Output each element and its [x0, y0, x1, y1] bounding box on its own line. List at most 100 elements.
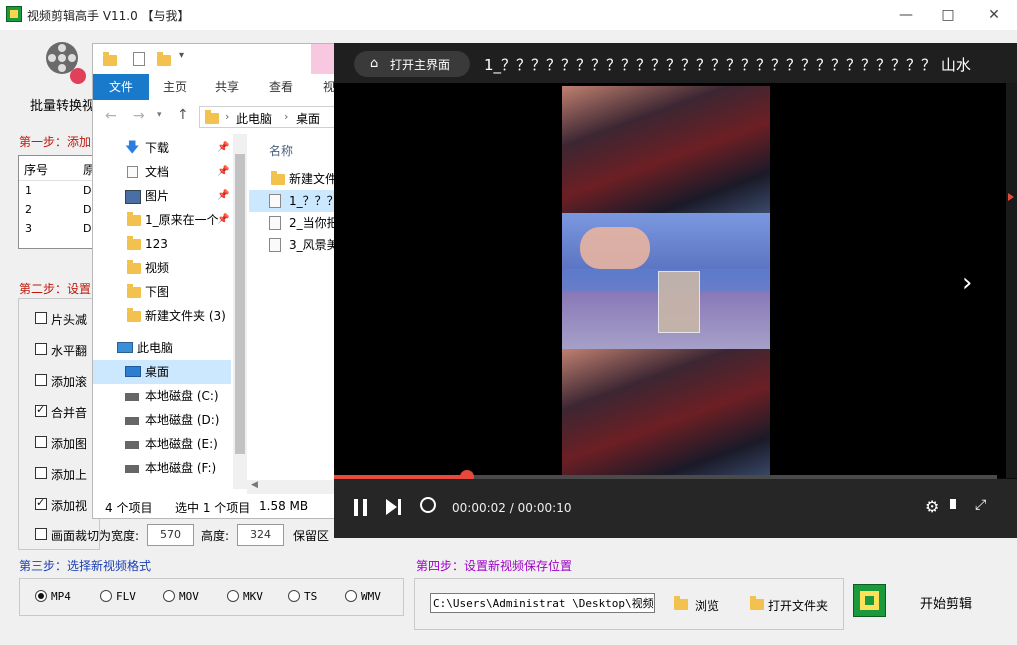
option-checkbox[interactable]: [35, 343, 47, 355]
scroll-left-icon[interactable]: ◀: [251, 480, 258, 490]
nav-item-folder[interactable]: 下图: [93, 280, 231, 304]
recent-dropdown-icon[interactable]: ▾: [157, 110, 162, 120]
nav-item-this-pc[interactable]: 此电脑: [93, 336, 231, 360]
format-radio-mkv[interactable]: [227, 590, 239, 602]
option-checkbox[interactable]: [35, 403, 47, 417]
properties-icon[interactable]: [133, 52, 145, 66]
open-folder-button[interactable]: 打开文件夹: [748, 594, 838, 614]
nav-label: 视频: [145, 261, 170, 275]
nav-item-drive[interactable]: 本地磁盘 (D:): [93, 408, 231, 432]
file-item[interactable]: 1_？？？: [249, 190, 339, 212]
new-folder-icon[interactable]: [157, 52, 171, 66]
format-radio-mov[interactable]: [163, 590, 175, 602]
folder-icon: [127, 236, 141, 250]
file-item[interactable]: 2_当你把: [249, 212, 339, 234]
fullscreen-icon[interactable]: ⤢: [975, 497, 986, 513]
player-topbar: ⌂ 打开主界面 1_？？？？？？？？？？？？？？？？？？？？？？？？？？？？？ …: [334, 43, 1017, 83]
video-file-icon: [269, 216, 281, 230]
desktop-icon: [125, 366, 141, 377]
nav-item-drive[interactable]: 本地磁盘 (C:): [93, 384, 231, 408]
option-label: 片头减: [51, 313, 88, 327]
nav-item-folder[interactable]: 新建文件夹 (3): [93, 304, 231, 328]
nav-item-folder[interactable]: 视频: [93, 256, 231, 280]
app-titlebar: 视频剪辑高手 V11.0 【与我】 — □ ✕: [0, 0, 1017, 30]
pause-icon[interactable]: [354, 499, 358, 516]
crop-width-input[interactable]: 570: [147, 524, 194, 546]
open-main-button[interactable]: ⌂ 打开主界面: [354, 51, 470, 77]
nav-item-folder[interactable]: 1_原来在一个 📌: [93, 208, 231, 232]
up-arrow-icon[interactable]: ↑: [177, 107, 189, 123]
next-arrow-icon[interactable]: ›: [962, 268, 972, 298]
minimize-icon[interactable]: —: [883, 0, 929, 30]
nav-item-folder[interactable]: 123: [93, 232, 231, 256]
file-item[interactable]: 新建文件: [249, 168, 339, 190]
table-row-index: 2: [25, 203, 32, 216]
nav-item-documents[interactable]: 文档 📌: [93, 160, 231, 184]
table-header: 序号 原: [19, 156, 99, 181]
option-checkbox[interactable]: [35, 467, 47, 479]
start-edit-icon[interactable]: [853, 584, 886, 617]
nav-item-drive[interactable]: 本地磁盘 (E:): [93, 432, 231, 456]
crop-height-label: 高度:: [201, 529, 230, 543]
step2-title: 第二步：设置: [19, 282, 92, 296]
forward-arrow-icon[interactable]: →: [133, 108, 145, 124]
open-folder-icon: [750, 596, 764, 610]
player-side-strip: [1006, 83, 1017, 478]
pause-icon-bar: [363, 499, 367, 516]
ribbon-tab-home[interactable]: 主页: [149, 74, 201, 100]
file-table[interactable]: 序号 原 1 D 2 D 3 D: [18, 155, 100, 249]
batch-convert-label[interactable]: 批量转换视: [30, 95, 95, 114]
format-radio-wmv[interactable]: [345, 590, 357, 602]
computer-icon: [117, 342, 133, 353]
breadcrumb-desktop[interactable]: 桌面: [296, 110, 320, 127]
close-icon[interactable]: ✕: [971, 0, 1017, 30]
browse-button[interactable]: 浏览: [672, 594, 742, 614]
app-logo-icon: [6, 6, 22, 22]
crop-height-input[interactable]: 324: [237, 524, 284, 546]
next-icon[interactable]: [386, 499, 397, 515]
step1-title: 第一步：添加: [19, 135, 92, 149]
start-edit-button[interactable]: 开始剪辑: [920, 593, 972, 612]
player-controls: 00:00:02 / 00:00:10 ⚙ ⤢: [334, 479, 1017, 538]
nav-item-pictures[interactable]: 图片 📌: [93, 184, 231, 208]
file-item[interactable]: 3_风景美: [249, 234, 339, 256]
folder-icon: [271, 171, 285, 185]
format-radio-flv[interactable]: [100, 590, 112, 602]
address-bar[interactable]: › 此电脑 › 桌面: [199, 106, 339, 128]
side-arrow-icon[interactable]: [1008, 193, 1014, 201]
option-label: 添加视: [51, 499, 88, 513]
quick-access-dropdown-icon[interactable]: ▾: [179, 50, 184, 61]
option-checkbox[interactable]: [35, 374, 47, 386]
option-label: 添加上: [51, 468, 88, 482]
format-radio-mp4[interactable]: [35, 590, 47, 602]
nav-item-desktop[interactable]: 桌面: [93, 360, 231, 384]
column-header-name[interactable]: 名称: [269, 142, 293, 159]
option-checkbox[interactable]: [35, 496, 47, 510]
maximize-icon[interactable]: □: [925, 0, 971, 30]
crop-checkbox[interactable]: [35, 528, 47, 540]
format-radio-ts[interactable]: [288, 590, 300, 602]
explorer-ribbon: 文件 主页 共享 查看 视: [93, 74, 339, 101]
nav-label: 此电脑: [137, 341, 174, 355]
option-checkbox[interactable]: [35, 312, 47, 324]
ribbon-tab-share[interactable]: 共享: [201, 74, 253, 100]
nav-item-download[interactable]: 🡇 下载 📌: [93, 136, 231, 160]
breadcrumb-this-pc[interactable]: 此电脑: [236, 110, 272, 127]
film-reel-icon[interactable]: [40, 38, 88, 86]
file-list-hscrollbar[interactable]: ◀: [247, 480, 339, 494]
back-arrow-icon[interactable]: ←: [105, 108, 117, 124]
ribbon-tab-file[interactable]: 文件: [93, 74, 149, 100]
nav-item-drive[interactable]: 本地磁盘 (F:): [93, 456, 231, 480]
nav-scrollbar-thumb[interactable]: [235, 154, 245, 454]
settings-icon[interactable]: ⚙: [925, 497, 939, 516]
loop-icon[interactable]: [420, 497, 436, 513]
status-size: 1.58 MB: [259, 499, 309, 513]
volume-icon[interactable]: [950, 499, 956, 509]
ribbon-tab-view[interactable]: 查看: [253, 74, 309, 100]
option-checkbox[interactable]: [35, 436, 47, 448]
nav-label: 本地磁盘 (D:): [145, 413, 220, 427]
folder-icon: [205, 110, 219, 124]
format-label: MP4: [51, 590, 71, 603]
home-icon: ⌂: [370, 56, 379, 71]
save-path-input[interactable]: C:\Users\Administrat \Desktop\视频: [430, 593, 655, 613]
